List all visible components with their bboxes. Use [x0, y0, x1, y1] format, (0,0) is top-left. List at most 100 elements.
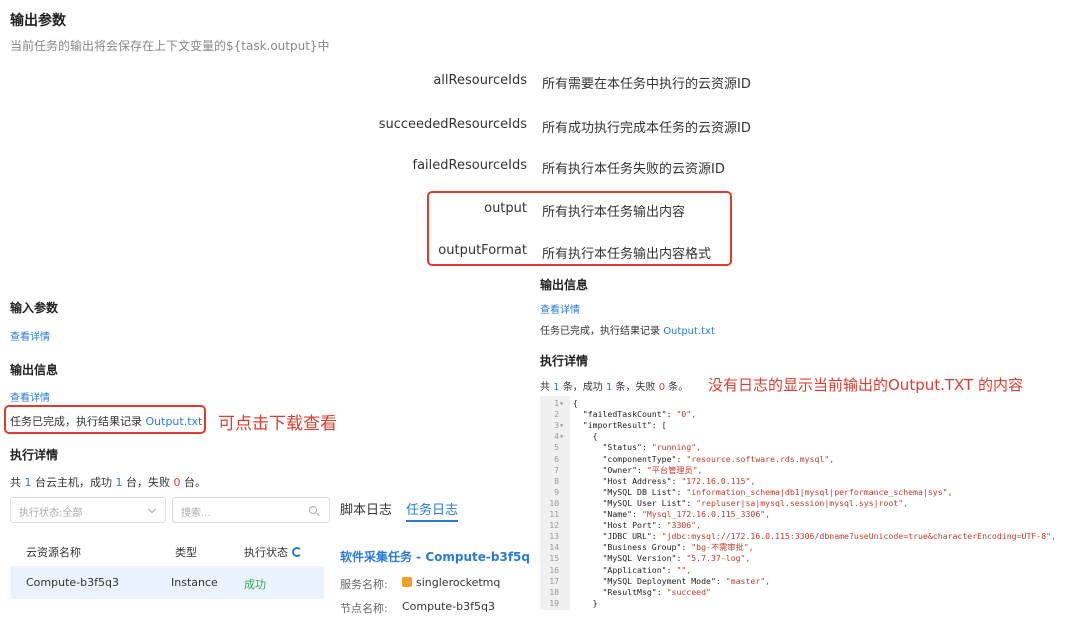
- col-header-status-label: 执行状态: [244, 546, 288, 559]
- status-filter-value: 执行状态:全部: [19, 508, 83, 519]
- code-value: "平台管理员",: [646, 464, 703, 475]
- right-output-file-link[interactable]: Output.txt: [663, 326, 715, 337]
- code-line: 4▾ {: [540, 431, 597, 442]
- right-output-info-title: 输出信息: [540, 278, 589, 292]
- summary-text: 共: [540, 382, 550, 393]
- summary-text: 台云主机，成功: [35, 476, 112, 489]
- code-key: }: [568, 597, 598, 608]
- line-number: 7: [554, 464, 564, 475]
- code-value: "3306",: [666, 520, 702, 531]
- line-number: 11: [549, 509, 564, 519]
- output-view-details-link[interactable]: 查看详情: [10, 389, 50, 404]
- summary-success: 1: [605, 382, 613, 393]
- line-number: 1▾: [554, 398, 564, 408]
- line-number: 14: [549, 542, 564, 553]
- code-line: 6 "componentType": "resource.software.rd…: [540, 454, 834, 465]
- code-value: "",: [676, 564, 692, 575]
- code-value: "0",: [676, 409, 697, 420]
- code-key: "JDBC URL":: [568, 531, 662, 542]
- code-key: "Application":: [568, 564, 677, 575]
- line-number: 18: [549, 586, 564, 597]
- code-line: 16 "Application": "",: [540, 565, 691, 576]
- exec-summary: 共 1 台云主机，成功 1 台，失败 0 台。: [10, 474, 206, 490]
- table-row[interactable]: Compute-b3f5q3 Instance 成功: [10, 566, 324, 599]
- code-line: 13 "JDBC URL": "jdbc:mysql://172.16.0.11…: [540, 531, 1056, 542]
- line-number: 4▾: [554, 431, 564, 442]
- code-key: "MySQL Deployment Mode":: [568, 575, 726, 586]
- code-value: "jdbc:mysql://172.16.0.115:3306/dbname?u…: [661, 531, 1057, 542]
- search-input[interactable]: 搜索...: [172, 497, 330, 523]
- param-name: allResourceIds: [433, 73, 527, 88]
- exec-details-title: 执行详情: [10, 448, 59, 462]
- code-line: 15 "MySQL Version": "5.7.37-log",: [540, 553, 750, 564]
- line-number: 16: [549, 564, 564, 575]
- line-number: 9: [554, 486, 564, 497]
- code-line: 7 "Owner": "平台管理员",: [540, 464, 703, 476]
- output-info-title: 输出信息: [10, 363, 59, 377]
- page-title: 输出参数: [10, 13, 66, 29]
- code-line: 12 "Host Port": "3306",: [540, 520, 701, 531]
- code-line: 11 "Name": "Mysql_172.16.0.115_3306",: [540, 509, 770, 520]
- input-params-title: 输入参数: [10, 301, 59, 315]
- line-number: 8: [554, 475, 564, 486]
- highlight-box-output-params: [427, 191, 732, 266]
- code-key: "componentType":: [568, 453, 687, 464]
- summary-success: 1: [115, 476, 123, 489]
- node-name-value: Compute-b3f5q3: [402, 600, 495, 613]
- line-number: 15: [549, 553, 564, 564]
- row-resource-name: Compute-b3f5q3: [26, 576, 119, 589]
- code-value: "repluser|sa|mysql.session|mysql.sys|roo…: [696, 497, 909, 508]
- code-key: "failedTaskCount":: [568, 409, 677, 420]
- code-key: {: [568, 398, 578, 408]
- line-number: 2: [554, 409, 564, 420]
- code-line: 2 "failedTaskCount": "0",: [540, 409, 696, 420]
- code-line: 3▾ "importResult": [: [540, 420, 666, 431]
- code-value: "information_schema|db1|mysql|performanc…: [686, 486, 953, 497]
- code-line: 17 "MySQL Deployment Mode": "master",: [540, 576, 770, 587]
- code-key: "MySQL DB List":: [568, 486, 687, 497]
- status-filter-select[interactable]: 执行状态:全部: [10, 497, 166, 523]
- line-number: 13: [549, 531, 564, 542]
- code-line: 19 }: [540, 597, 598, 609]
- highlight-box-output-file: [4, 405, 206, 434]
- refresh-icon[interactable]: [292, 547, 302, 557]
- right-exec-details-title: 执行详情: [540, 354, 589, 368]
- code-line: 10 "MySQL User List": "repluser|sa|mysql…: [540, 498, 908, 509]
- output-code-viewer[interactable]: 1▾ {2 "failedTaskCount": "0", 3▾ "importR…: [540, 396, 1080, 610]
- row-status: 成功: [244, 578, 266, 591]
- param-name: succeededResourceIds: [378, 117, 527, 132]
- code-line: 8 "Host Address": "172.16.0.115",: [540, 476, 755, 487]
- service-icon: [402, 577, 412, 587]
- service-name-label: 服务名称:: [340, 578, 388, 591]
- line-number: 6: [554, 453, 564, 464]
- code-value: "succeed": [666, 586, 711, 597]
- right-task-done-status: 任务已完成，执行结果记录 Output.txt: [540, 322, 715, 337]
- code-value: "bg-不需审批",: [691, 542, 754, 553]
- node-name-label: 节点名称:: [340, 602, 388, 615]
- param-desc: 所有执行本任务失败的云资源ID: [542, 162, 725, 177]
- code-key: "Status":: [568, 442, 652, 453]
- page-subtitle: 当前任务的输出将会保存在上下文变量的${task.output}中: [10, 39, 330, 53]
- chevron-down-icon: [147, 504, 157, 514]
- tab-task-log[interactable]: 任务日志: [406, 499, 458, 518]
- col-header-type: 类型: [175, 546, 197, 559]
- code-line: 18 "ResultMsg": "succeed": [540, 587, 711, 598]
- code-value: "5.7.37-log",: [686, 553, 751, 564]
- line-number: 17: [549, 575, 564, 586]
- search-icon: [309, 506, 317, 514]
- summary-text: 条，成功: [562, 382, 603, 393]
- tab-script-log[interactable]: 脚本日志: [340, 499, 392, 518]
- input-view-details-link[interactable]: 查看详情: [10, 328, 50, 343]
- code-value: "running",: [651, 442, 702, 453]
- code-key: "ResultMsg":: [568, 586, 667, 597]
- active-tab-indicator: [406, 520, 458, 522]
- row-type: Instance: [171, 576, 218, 589]
- search-placeholder: 搜索...: [181, 508, 211, 519]
- code-value: "172.16.0.115",: [681, 475, 756, 486]
- task-panel-title: 软件采集任务 - Compute-b3f5q: [340, 550, 530, 564]
- right-task-done-text: 任务已完成，执行结果记录: [540, 326, 660, 337]
- annotation-no-log: 没有日志的显示当前输出的Output.TXT 的内容: [708, 376, 1023, 394]
- code-key: "MySQL User List":: [568, 497, 697, 508]
- summary-text: 条。: [668, 382, 689, 393]
- right-output-view-details-link[interactable]: 查看详情: [540, 301, 580, 316]
